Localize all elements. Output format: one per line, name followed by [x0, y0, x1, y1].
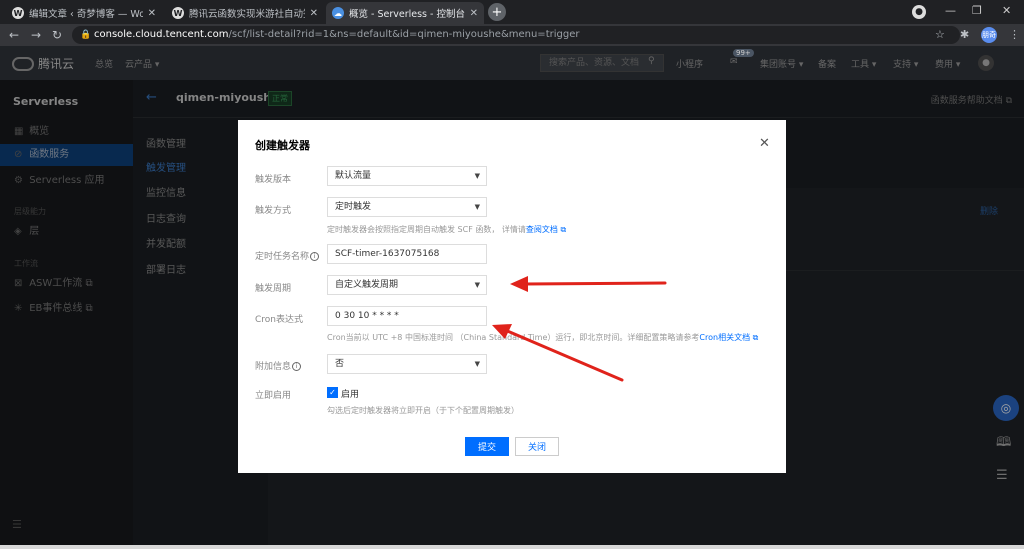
nav-overview[interactable]: 总览: [95, 57, 113, 70]
extra-label: 附加信息 i: [255, 359, 302, 372]
info-icon[interactable]: i: [292, 362, 302, 371]
console-header: 腾讯云 总览 云产品 ▾ 搜索产品、资源、文档 ⚲ 小程序 ✉ 99+ 集团账号…: [0, 46, 1024, 80]
support-menu[interactable]: 支持 ▾: [893, 57, 918, 70]
info-icon[interactable]: i: [310, 252, 320, 261]
caret-down-icon: ▼: [474, 281, 480, 289]
version-label: 触发版本: [255, 175, 292, 185]
cancel-button[interactable]: 关闭: [515, 437, 559, 456]
close-icon[interactable]: ✕: [148, 8, 156, 19]
enable-checkbox[interactable]: ✓: [327, 387, 338, 398]
wordpress-icon: W: [172, 7, 184, 19]
nav-products[interactable]: 云产品 ▾: [125, 57, 159, 70]
reload-icon[interactable]: ↻: [52, 28, 62, 42]
method-select[interactable]: 定时触发 ▼: [327, 197, 487, 217]
cloud-logo-icon: [12, 56, 34, 71]
back-icon[interactable]: ←: [9, 28, 19, 42]
tab-label: 概览 - Serverless - 控制台: [349, 9, 465, 20]
tab-label: 腾讯云函数实现米游社自动签到: [189, 9, 305, 20]
console-search-input[interactable]: 搜索产品、资源、文档: [540, 54, 664, 72]
caret-down-icon: ▼: [474, 172, 480, 180]
taskname-label: 定时任务名称 i: [255, 249, 320, 262]
browser-tab-wordpress[interactable]: W 编辑文章 ‹ 奇梦博客 — WordPre ✕: [6, 2, 162, 24]
minimize-icon[interactable]: —: [945, 4, 956, 17]
url-input[interactable]: 🔒 console.cloud.tencent.com/scf/list-det…: [72, 26, 960, 44]
external-link-icon: ⧉: [752, 333, 759, 342]
method-hint: 定时触发器会按照指定周期自动触发 SCF 函数， 详情请查阅文档 ⧉: [327, 224, 566, 235]
lock-icon: 🔒: [80, 30, 92, 40]
brand-logo[interactable]: 腾讯云: [12, 55, 74, 72]
mini-program-link[interactable]: 小程序: [676, 57, 703, 70]
tab-label: 编辑文章 ‹ 奇梦博客 — WordPre: [29, 9, 143, 20]
cron-label: Cron表达式: [255, 315, 303, 325]
profile-avatar[interactable]: 朋奇: [981, 27, 997, 43]
period-value: 自定义触发周期: [335, 280, 399, 290]
window-bottom-edge: [0, 545, 1024, 549]
restore-icon[interactable]: ❐: [972, 4, 982, 17]
enable-checkbox-label[interactable]: 启用: [341, 387, 359, 400]
mail-icon[interactable]: ✉: [730, 57, 738, 67]
url-path: /scf/list-detail?rid=1&ns=default&id=qim…: [228, 29, 580, 40]
method-label: 触发方式: [255, 206, 292, 216]
cron-hint-text: Cron当前以 UTC +8 中国标准时间 （China Standard Ti…: [327, 333, 700, 342]
browser-tab-article[interactable]: W 腾讯云函数实现米游社自动签到 ✕: [166, 2, 324, 24]
cron-doc-link[interactable]: Cron相关文档: [699, 333, 750, 342]
cron-input[interactable]: 0 30 10 * * * *: [327, 306, 487, 326]
submit-button[interactable]: 提交: [465, 437, 509, 456]
period-label: 触发周期: [255, 284, 292, 294]
address-bar: ← → ↻ 🔒 console.cloud.tencent.com/scf/li…: [0, 24, 1024, 46]
enable-hint: 勾选后定时触发器将立即开启（于下个配置周期触发）: [327, 406, 519, 415]
tencent-cloud-icon: ☁: [332, 7, 344, 19]
enable-label: 立即启用: [255, 391, 292, 401]
search-icon[interactable]: ⚲: [648, 56, 655, 66]
filing-link[interactable]: 备案: [818, 57, 836, 70]
cron-hint: Cron当前以 UTC +8 中国标准时间 （China Standard Ti…: [327, 332, 758, 343]
extra-value: 否: [335, 359, 345, 369]
billing-menu[interactable]: 费用 ▾: [935, 57, 960, 70]
close-icon[interactable]: ✕: [470, 8, 478, 19]
browser-tab-bar: W 编辑文章 ‹ 奇梦博客 — WordPre ✕ W 腾讯云函数实现米游社自动…: [0, 0, 1024, 24]
taskname-input[interactable]: SCF-timer-1637075168: [327, 244, 487, 264]
method-hint-text: 定时触发器会按照指定周期自动触发 SCF 函数， 详情请: [327, 225, 526, 234]
record-icon[interactable]: ●: [912, 5, 926, 19]
menu-icon[interactable]: ⋮: [1009, 28, 1020, 41]
close-icon[interactable]: ✕: [310, 8, 318, 19]
version-value: 默认流量: [335, 171, 372, 181]
create-trigger-dialog: 创建触发器 ✕ 触发版本 默认流量 ▼ 触发方式 定时触发 ▼ 定时触发器会按照…: [238, 120, 786, 473]
method-doc-link[interactable]: 查阅文档: [526, 225, 558, 234]
version-select[interactable]: 默认流量 ▼: [327, 166, 487, 186]
dialog-title: 创建触发器: [255, 139, 310, 152]
window-close-icon[interactable]: ✕: [1002, 4, 1011, 17]
method-value: 定时触发: [335, 202, 372, 212]
group-account-menu[interactable]: 集团账号 ▾: [760, 57, 803, 70]
caret-down-icon: ▼: [474, 360, 480, 368]
caret-down-icon: ▼: [474, 203, 480, 211]
brand-name: 腾讯云: [38, 57, 75, 71]
user-avatar-icon[interactable]: ●: [978, 55, 994, 71]
close-icon[interactable]: ✕: [759, 136, 770, 151]
notify-badge: 99+: [733, 49, 754, 57]
extra-select[interactable]: 否 ▼: [327, 354, 487, 374]
browser-tab-console[interactable]: ☁ 概览 - Serverless - 控制台 ✕: [326, 2, 484, 24]
period-select[interactable]: 自定义触发周期 ▼: [327, 275, 487, 295]
extra-label-text: 附加信息: [255, 362, 292, 372]
star-icon[interactable]: ☆: [935, 28, 945, 41]
extensions-icon[interactable]: ✱: [960, 28, 969, 41]
taskname-label-text: 定时任务名称: [255, 252, 310, 262]
tools-menu[interactable]: 工具 ▾: [851, 57, 876, 70]
forward-icon[interactable]: →: [31, 28, 41, 42]
url-host: console.cloud.tencent.com: [94, 29, 229, 40]
wordpress-icon: W: [12, 7, 24, 19]
new-tab-button[interactable]: +: [488, 3, 506, 21]
external-link-icon: ⧉: [560, 225, 567, 234]
